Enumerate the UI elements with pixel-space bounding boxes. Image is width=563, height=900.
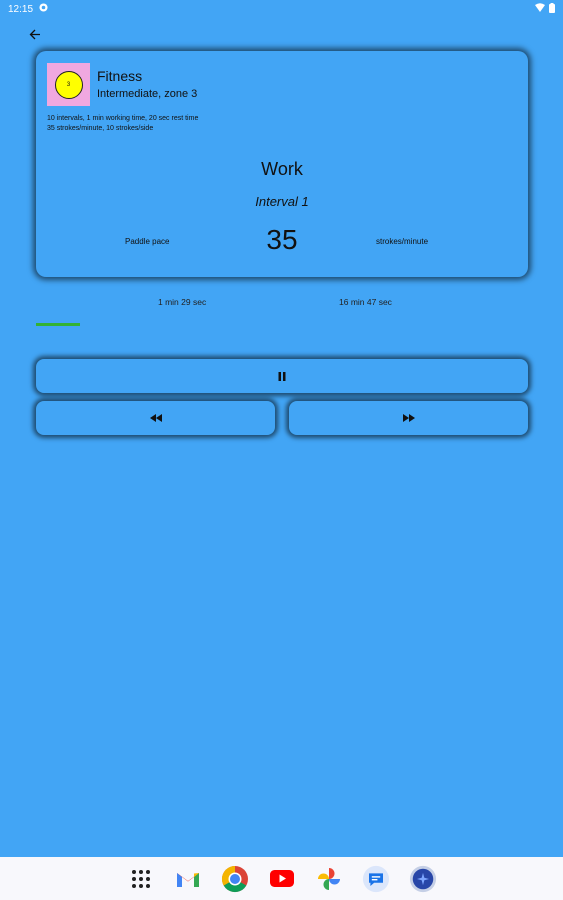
workout-description: 10 intervals, 1 min working time, 20 sec… [47,114,198,133]
description-line-1: 10 intervals, 1 min working time, 20 sec… [47,115,199,122]
photos-icon[interactable] [315,865,343,893]
status-time: 12:15 [8,3,34,15]
zone-number: 3 [66,81,71,88]
workout-card: 3 Fitness Intermediate, zone 3 10 interv… [36,51,528,277]
progress-bar [36,323,528,326]
pace-value: 35 [266,224,298,255]
zone-badge: 3 [54,70,83,99]
workout-avatar: 3 [47,63,90,106]
rewind-icon [149,414,162,422]
app-drawer-icon[interactable] [127,865,155,893]
wifi-icon [535,3,545,15]
pace-unit: strokes/minute [376,237,429,246]
elapsed-time: 1 min 29 sec [158,297,207,307]
progress-fill [36,323,81,326]
previous-interval-button[interactable] [36,401,275,435]
battery-icon [549,2,555,16]
back-button[interactable] [26,26,44,42]
interval-label: Interval 1 [255,194,309,209]
workout-subtitle: Intermediate, zone 3 [97,88,198,100]
assistant-icon[interactable] [409,865,437,893]
pause-button[interactable] [36,359,528,393]
phase-label: Work [261,159,303,179]
youtube-icon[interactable] [268,865,296,893]
messages-icon[interactable] [362,865,390,893]
notification-icon [39,3,48,15]
pause-icon [278,371,286,381]
fast-forward-icon [402,414,415,422]
chrome-icon[interactable] [221,865,249,893]
workout-title: Fitness [97,68,143,84]
app-dock [0,857,563,900]
gmail-icon[interactable] [174,865,202,893]
description-line-2: 35 strokes/minute, 10 strokes/side [47,124,154,132]
next-interval-button[interactable] [289,401,528,435]
status-bar: 12:15 [0,0,563,18]
back-arrow-icon [29,29,40,39]
remaining-time: 16 min 47 sec [339,297,392,307]
